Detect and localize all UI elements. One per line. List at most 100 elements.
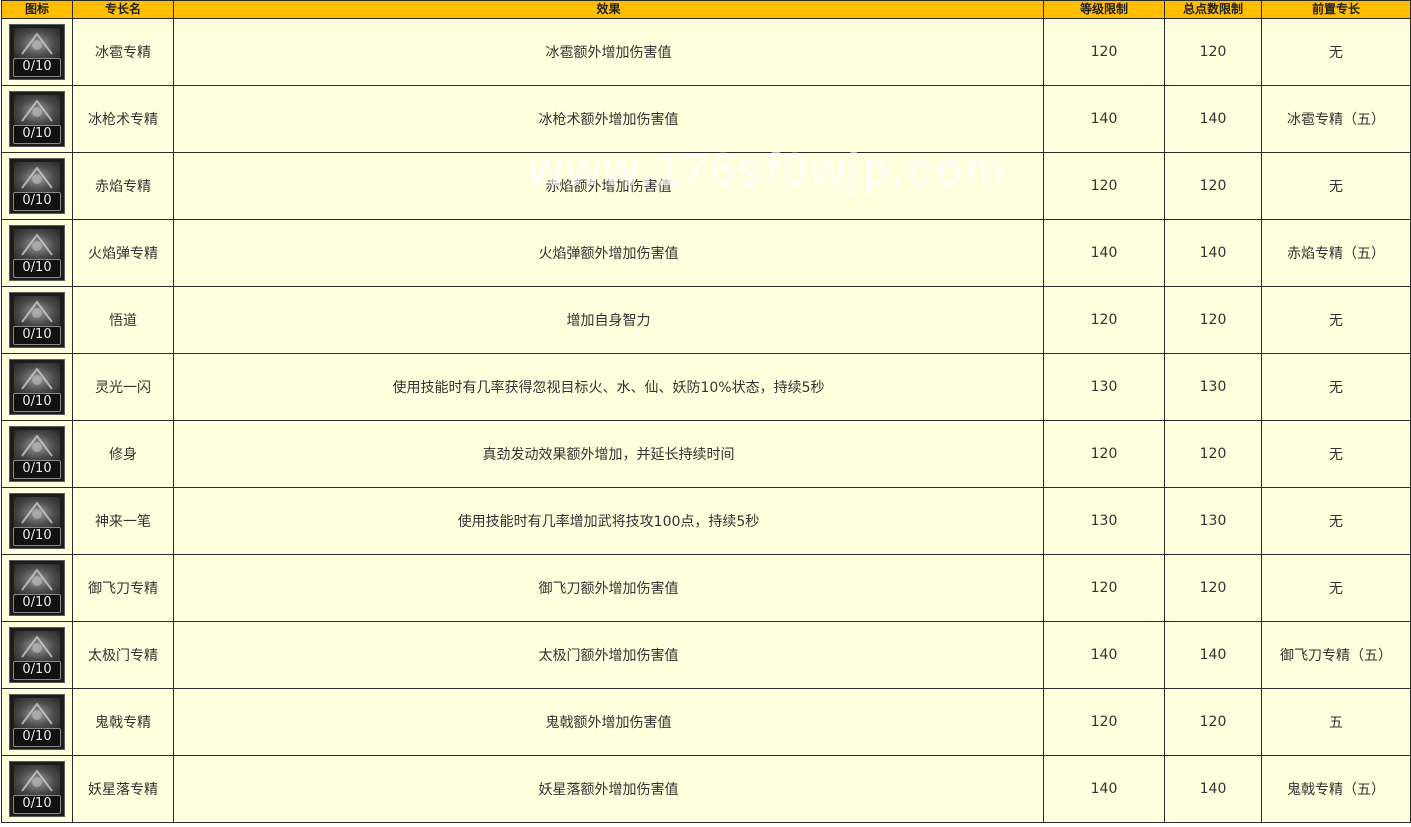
specialization-effect: 使用技能时有几率增加武将技攻100点，持续5秒 — [173, 487, 1044, 555]
red-flame-skill-icon — [14, 162, 60, 194]
skill-level-counter: 0/10 — [13, 460, 61, 479]
demon-star-fall-skill-icon — [14, 765, 60, 797]
level-limit: 140 — [1043, 85, 1165, 153]
specialization-name: 悟道 — [72, 286, 174, 354]
specialization-effect: 真劲发动效果额外增加，并延长持续时间 — [173, 420, 1044, 488]
total-points-limit: 130 — [1164, 353, 1262, 421]
skill-icon-button[interactable]: 0/10 — [9, 694, 65, 750]
ice-hail-skill-icon — [14, 28, 60, 60]
icon-cell: 0/10 — [1, 286, 73, 354]
level-limit: 120 — [1043, 420, 1165, 488]
level-limit: 120 — [1043, 688, 1165, 756]
table-row: 0/10 冰雹专精 冰雹额外增加伤害值 120 120 无 — [1, 18, 1411, 86]
total-points-limit: 120 — [1164, 554, 1262, 622]
skill-icon-button[interactable]: 0/10 — [9, 761, 65, 817]
skill-level-counter: 0/10 — [13, 125, 61, 144]
specialization-effect: 增加自身智力 — [173, 286, 1044, 354]
table-row: 0/10 火焰弹专精 火焰弹额外增加伤害值 140 140 赤焰专精（五） — [1, 219, 1411, 287]
table-row: 0/10 鬼戟专精 鬼戟额外增加伤害值 120 120 五 — [1, 688, 1411, 756]
level-limit: 120 — [1043, 152, 1165, 220]
skill-icon-button[interactable]: 0/10 — [9, 292, 65, 348]
prerequisite-specialization: 无 — [1261, 420, 1411, 488]
icon-cell: 0/10 — [1, 420, 73, 488]
level-limit: 130 — [1043, 487, 1165, 555]
self-cultivation-skill-icon — [14, 430, 60, 462]
prerequisite-specialization: 鬼戟专精（五） — [1261, 755, 1411, 823]
skill-icon-button[interactable]: 0/10 — [9, 627, 65, 683]
total-points-limit: 130 — [1164, 487, 1262, 555]
prerequisite-specialization: 无 — [1261, 18, 1411, 86]
header-name: 专长名 — [72, 0, 174, 19]
total-points-limit: 140 — [1164, 755, 1262, 823]
prerequisite-specialization: 无 — [1261, 487, 1411, 555]
specialization-name: 火焰弹专精 — [72, 219, 174, 287]
specialization-effect: 冰雹额外增加伤害值 — [173, 18, 1044, 86]
skill-level-counter: 0/10 — [13, 192, 61, 211]
skill-icon-button[interactable]: 0/10 — [9, 91, 65, 147]
icon-cell: 0/10 — [1, 219, 73, 287]
skill-level-counter: 0/10 — [13, 393, 61, 412]
level-limit: 140 — [1043, 621, 1165, 689]
skill-icon-button[interactable]: 0/10 — [9, 426, 65, 482]
prerequisite-specialization: 赤焰专精（五） — [1261, 219, 1411, 287]
enlightenment-skill-icon — [14, 296, 60, 328]
specialization-effect: 冰枪术额外增加伤害值 — [173, 85, 1044, 153]
header-prerequisite: 前置专长 — [1261, 0, 1411, 19]
table-row: 0/10 灵光一闪 使用技能时有几率获得忽视目标火、水、仙、妖防10%状态，持续5秒… — [1, 353, 1411, 421]
specialization-effect: 火焰弹额外增加伤害值 — [173, 219, 1044, 287]
header-total-points-limit: 总点数限制 — [1164, 0, 1262, 19]
table-row: 0/10 悟道 增加自身智力 120 120 无 — [1, 286, 1411, 354]
level-limit: 120 — [1043, 554, 1165, 622]
icon-cell: 0/10 — [1, 353, 73, 421]
skill-level-counter: 0/10 — [13, 326, 61, 345]
header-effect: 效果 — [173, 0, 1044, 19]
skill-level-counter: 0/10 — [13, 527, 61, 546]
table-row: 0/10 太极门专精 太极门额外增加伤害值 140 140 御飞刀专精（五） — [1, 621, 1411, 689]
prerequisite-specialization: 无 — [1261, 286, 1411, 354]
table-header-row: 图标 专长名 效果 等级限制 总点数限制 前置专长 — [1, 0, 1411, 19]
specialization-name: 鬼戟专精 — [72, 688, 174, 756]
specialization-name: 冰雹专精 — [72, 18, 174, 86]
total-points-limit: 120 — [1164, 420, 1262, 488]
skill-icon-button[interactable]: 0/10 — [9, 493, 65, 549]
skill-level-counter: 0/10 — [13, 728, 61, 747]
table-row: 0/10 修身 真劲发动效果额外增加，并延长持续时间 120 120 无 — [1, 420, 1411, 488]
icon-cell: 0/10 — [1, 554, 73, 622]
skill-icon-button[interactable]: 0/10 — [9, 359, 65, 415]
skill-icon-button[interactable]: 0/10 — [9, 225, 65, 281]
specialization-effect: 使用技能时有几率获得忽视目标火、水、仙、妖防10%状态，持续5秒 — [173, 353, 1044, 421]
specialization-name: 御飞刀专精 — [72, 554, 174, 622]
skill-icon-button[interactable]: 0/10 — [9, 158, 65, 214]
icon-cell: 0/10 — [1, 85, 73, 153]
prerequisite-specialization: 无 — [1261, 152, 1411, 220]
skill-level-counter: 0/10 — [13, 58, 61, 77]
table-row: 0/10 妖星落专精 妖星落额外增加伤害值 140 140 鬼戟专精（五） — [1, 755, 1411, 823]
specialization-effect: 太极门额外增加伤害值 — [173, 621, 1044, 689]
prerequisite-specialization: 无 — [1261, 554, 1411, 622]
inspiration-skill-icon — [14, 363, 60, 395]
prerequisite-specialization: 五 — [1261, 688, 1411, 756]
skill-icon-button[interactable]: 0/10 — [9, 560, 65, 616]
specialization-name: 神来一笔 — [72, 487, 174, 555]
taiji-gate-skill-icon — [14, 631, 60, 663]
ice-spear-skill-icon — [14, 95, 60, 127]
skill-level-counter: 0/10 — [13, 795, 61, 814]
specialization-name: 冰枪术专精 — [72, 85, 174, 153]
header-level-limit: 等级限制 — [1043, 0, 1165, 19]
table-row: 0/10 神来一笔 使用技能时有几率增加武将技攻100点，持续5秒 130 130 无 — [1, 487, 1411, 555]
prerequisite-specialization: 冰雹专精（五） — [1261, 85, 1411, 153]
total-points-limit: 140 — [1164, 621, 1262, 689]
level-limit: 120 — [1043, 18, 1165, 86]
level-limit: 130 — [1043, 353, 1165, 421]
ghost-halberd-skill-icon — [14, 698, 60, 730]
flying-blade-skill-icon — [14, 564, 60, 596]
icon-cell: 0/10 — [1, 621, 73, 689]
specialization-name: 灵光一闪 — [72, 353, 174, 421]
table-row: 0/10 御飞刀专精 御飞刀额外增加伤害值 120 120 无 — [1, 554, 1411, 622]
specialization-table-page: 图标 专长名 效果 等级限制 总点数限制 前置专长 0/10 冰雹专精 冰雹额外增加… — [0, 0, 1411, 827]
table-row: 0/10 赤焰专精 赤焰额外增加伤害值 120 120 无 — [1, 152, 1411, 220]
icon-cell: 0/10 — [1, 688, 73, 756]
icon-cell: 0/10 — [1, 18, 73, 86]
icon-cell: 0/10 — [1, 487, 73, 555]
skill-icon-button[interactable]: 0/10 — [9, 24, 65, 80]
